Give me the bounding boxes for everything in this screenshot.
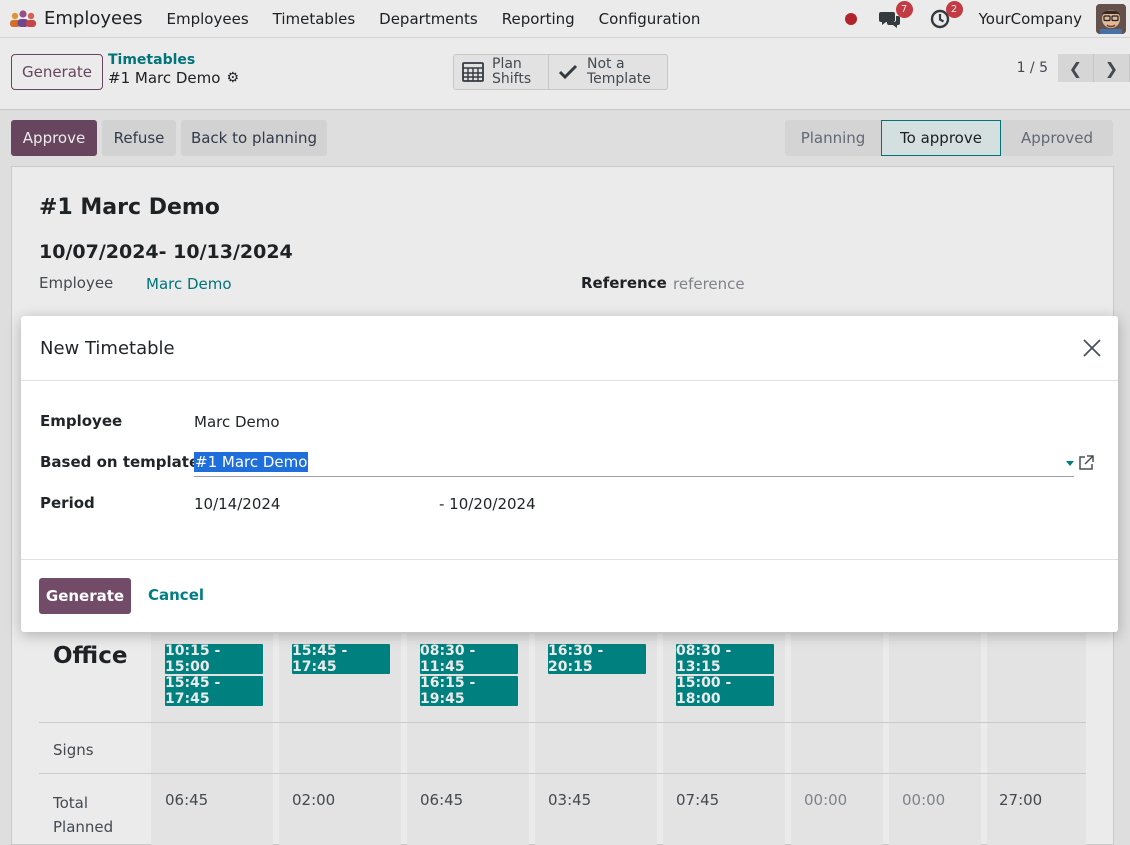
dialog-employee-label: Employee — [40, 412, 123, 430]
dialog-title: New Timetable — [40, 338, 175, 359]
dialog-footer: Generate Cancel — [21, 559, 1118, 632]
dialog-cancel-button[interactable]: Cancel — [148, 586, 204, 604]
template-select-input[interactable]: #1 Marc Demo — [194, 451, 1074, 477]
dialog-period-label: Period — [40, 494, 95, 512]
new-timetable-dialog: New Timetable Employee Marc Demo Based o… — [21, 316, 1118, 632]
period-end-input[interactable]: - 10/20/2024 — [439, 495, 536, 513]
dialog-body: Employee Marc Demo Based on template #1 … — [21, 381, 1118, 559]
close-icon[interactable] — [1082, 338, 1102, 358]
dialog-header: New Timetable — [21, 316, 1118, 381]
template-selected-text: #1 Marc Demo — [194, 452, 309, 472]
dialog-employee-value: Marc Demo — [194, 413, 280, 431]
dialog-generate-button[interactable]: Generate — [39, 578, 131, 614]
caret-down-icon[interactable] — [1066, 461, 1074, 466]
dialog-template-label: Based on template — [40, 453, 200, 471]
period-start-input[interactable]: 10/14/2024 — [194, 495, 280, 513]
external-link-icon[interactable] — [1077, 454, 1095, 472]
